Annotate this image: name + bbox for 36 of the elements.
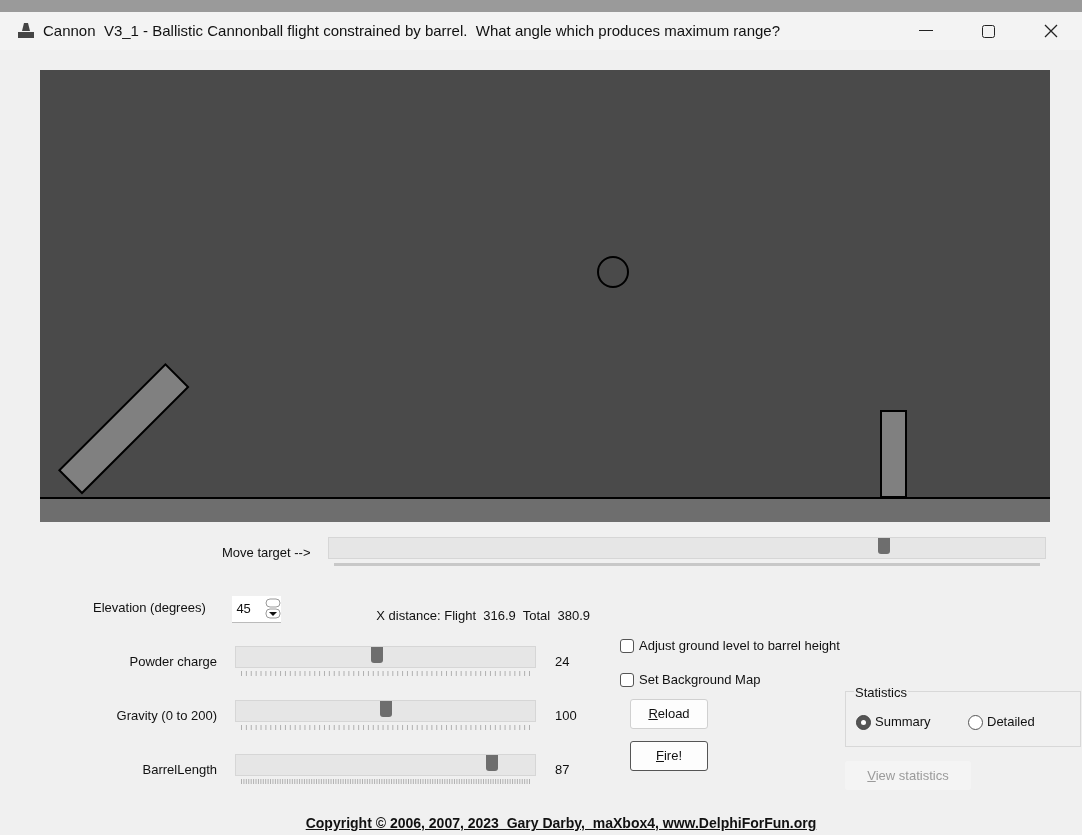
x-distance-text: X distance: Flight 316.9 Total 380.9 — [376, 607, 590, 625]
slider-value: 24 — [555, 653, 570, 671]
spin-arrows-icon — [265, 598, 282, 620]
radio-button[interactable] — [968, 714, 983, 730]
slider-track[interactable] — [328, 537, 1046, 559]
slider-value: 87 — [555, 761, 570, 779]
radio-button[interactable] — [856, 714, 871, 730]
slider-thumb[interactable] — [877, 538, 890, 554]
elevation-spinner[interactable]: 45 — [232, 596, 282, 623]
checkbox-label: Adjust ground level to barrel height — [639, 637, 840, 656]
slider-thumb[interactable] — [370, 647, 383, 663]
action-button[interactable]: Reload — [630, 699, 708, 729]
slider-label: Gravity (0 to 200) — [115, 707, 217, 725]
maximize-icon — [981, 24, 995, 38]
move-target-label: Move target --> — [222, 544, 312, 562]
checkbox[interactable] — [620, 673, 634, 687]
slider-track[interactable] — [235, 646, 536, 668]
slider-value: 100 — [555, 707, 577, 725]
slider-label: Powder charge — [128, 653, 217, 671]
slider-track[interactable] — [235, 754, 536, 776]
slider-track[interactable] — [235, 700, 536, 722]
checkbox-label: Set Background Map — [639, 671, 761, 690]
checkbox[interactable] — [620, 639, 634, 653]
window-title: Cannon V3_1 - Ballistic Cannonball flight constrained by barrel. What angle which produces maximum range? — [43, 20, 781, 41]
radio-label: Summary — [875, 713, 931, 732]
close-icon — [1044, 24, 1058, 38]
action-button[interactable]: Fire! — [630, 741, 708, 771]
cannonball — [597, 256, 629, 288]
elevation-label: Elevation (degrees) — [93, 599, 207, 617]
slider-label: BarrelLength — [141, 761, 217, 779]
slider-thumb[interactable] — [486, 755, 499, 771]
minimize-icon — [919, 30, 933, 32]
app-icon — [17, 23, 35, 39]
slider-thumb[interactable] — [379, 701, 392, 717]
radio-label: Detailed — [987, 713, 1035, 732]
copyright-link[interactable]: Copyright © 2006, 2007, 2023 Gary Darby, maXbox4, www.DelphiForFun.org — [305, 813, 817, 834]
